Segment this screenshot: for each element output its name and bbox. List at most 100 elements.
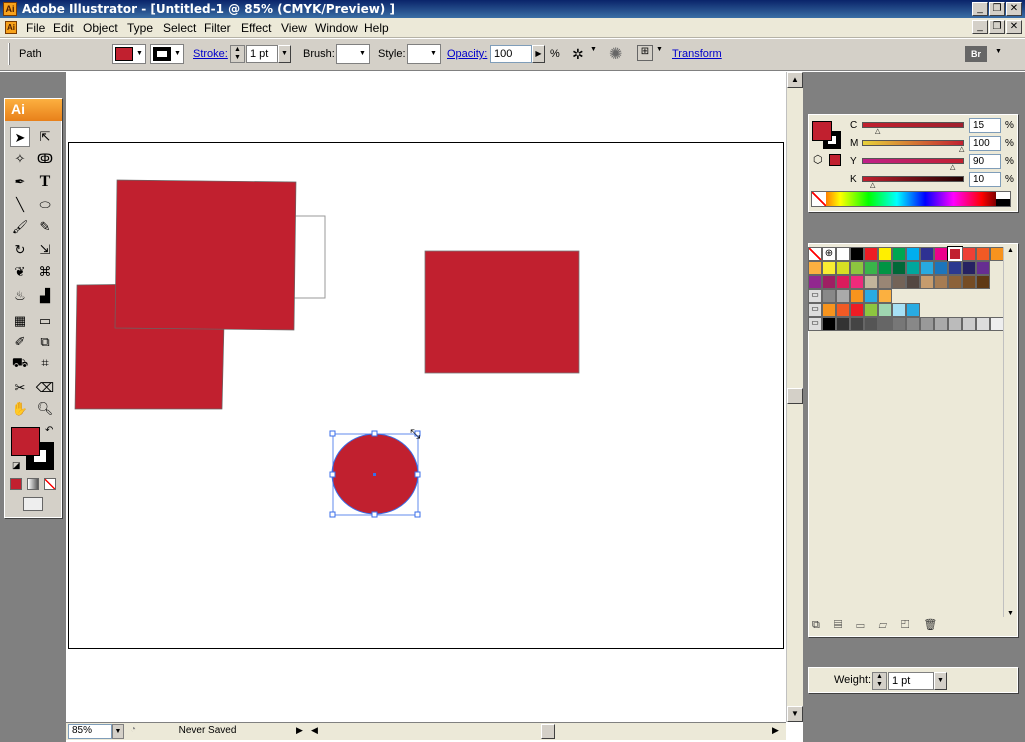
weight-stepper[interactable]: ▲ ▼: [872, 672, 887, 690]
swatch[interactable]: [836, 317, 850, 331]
scroll-up-button[interactable]: ▲: [787, 72, 803, 88]
swatch[interactable]: [892, 317, 906, 331]
magenta-slider[interactable]: [862, 140, 964, 146]
swatch[interactable]: [836, 303, 850, 317]
yellow-slider[interactable]: [862, 158, 964, 164]
swatch[interactable]: [822, 289, 836, 303]
red-rect-right[interactable]: [424, 250, 580, 374]
swatch[interactable]: [962, 317, 976, 331]
swatch[interactable]: [850, 303, 864, 317]
swatch[interactable]: [934, 317, 948, 331]
swatch[interactable]: [948, 317, 962, 331]
hscroll-thumb[interactable]: [541, 724, 555, 739]
swatch[interactable]: [920, 261, 934, 275]
weight-dropdown[interactable]: ▼: [934, 672, 947, 690]
swatch[interactable]: [878, 317, 892, 331]
gamut-swatch[interactable]: [829, 154, 841, 166]
show-kinds-icon[interactable]: ▤: [834, 619, 856, 631]
swatch[interactable]: [906, 303, 920, 317]
swatch[interactable]: [836, 289, 850, 303]
swatch[interactable]: [836, 247, 850, 261]
swatch[interactable]: [864, 289, 878, 303]
handle-left[interactable]: [329, 471, 336, 478]
swatch[interactable]: [906, 317, 920, 331]
swatch[interactable]: [920, 275, 934, 289]
handle-right[interactable]: [414, 471, 421, 478]
black-thumb[interactable]: △: [870, 181, 875, 189]
swatch[interactable]: [892, 303, 906, 317]
swatch[interactable]: [864, 247, 878, 261]
swatch[interactable]: [948, 275, 962, 289]
swatch[interactable]: [822, 275, 836, 289]
swatch[interactable]: [976, 261, 990, 275]
scroll-left-button[interactable]: ◀: [311, 725, 318, 736]
swatch[interactable]: [878, 289, 892, 303]
zoom-input[interactable]: 85%: [68, 724, 112, 739]
swatch[interactable]: [878, 247, 892, 261]
swatch[interactable]: [934, 247, 948, 261]
magenta-input[interactable]: 100: [969, 136, 1001, 151]
red-rect-front[interactable]: [114, 179, 297, 331]
swatch[interactable]: [864, 317, 878, 331]
swatch-group-icon[interactable]: ▭: [808, 303, 822, 317]
swatch[interactable]: [976, 247, 990, 261]
swatch[interactable]: [962, 261, 976, 275]
swatch-group-icon[interactable]: ▭: [808, 289, 822, 303]
delete-swatch-icon[interactable]: 🗑: [923, 619, 951, 631]
swatch[interactable]: [850, 261, 864, 275]
swatch[interactable]: [822, 261, 836, 275]
swatch[interactable]: [934, 261, 948, 275]
outline-rect[interactable]: [293, 215, 326, 299]
swatch[interactable]: [990, 247, 1004, 261]
new-group-icon[interactable]: ▱: [879, 619, 901, 631]
swatch[interactable]: [990, 317, 1004, 331]
swatch[interactable]: [850, 247, 864, 261]
swatch[interactable]: [836, 261, 850, 275]
handle-bottom-right[interactable]: [414, 511, 421, 518]
yellow-input[interactable]: 90: [969, 154, 1001, 169]
swatch[interactable]: [850, 317, 864, 331]
swatch[interactable]: ⊕: [822, 247, 836, 261]
swatch[interactable]: [808, 247, 822, 261]
handle-bottom[interactable]: [371, 511, 378, 518]
swatch[interactable]: [934, 275, 948, 289]
scroll-right-button[interactable]: ▶: [772, 725, 779, 736]
new-swatch-icon[interactable]: ◰: [901, 619, 923, 631]
handle-top-left[interactable]: [329, 430, 336, 437]
swatch[interactable]: [850, 275, 864, 289]
swatch[interactable]: [947, 246, 963, 262]
swatches-scrollbar[interactable]: ▲ ▼: [1003, 247, 1017, 617]
black-input[interactable]: 10: [969, 172, 1001, 187]
swatch[interactable]: [976, 275, 990, 289]
scroll-down-button[interactable]: ▼: [787, 706, 803, 722]
zoom-dropdown[interactable]: ▼: [112, 724, 124, 739]
swatch[interactable]: [878, 303, 892, 317]
swatch[interactable]: [906, 261, 920, 275]
swatch[interactable]: [878, 261, 892, 275]
swatch[interactable]: [906, 247, 920, 261]
cyan-thumb[interactable]: △: [875, 127, 880, 135]
swatch[interactable]: [864, 303, 878, 317]
swatch[interactable]: [822, 317, 836, 331]
color-spectrum[interactable]: [811, 191, 1011, 207]
swatch[interactable]: [948, 261, 962, 275]
swatch[interactable]: [808, 275, 822, 289]
swatch[interactable]: [878, 275, 892, 289]
swatch[interactable]: [906, 275, 920, 289]
swatch[interactable]: [962, 247, 976, 261]
swatch[interactable]: [920, 247, 934, 261]
swatch-libraries-icon[interactable]: ⧉: [812, 619, 834, 631]
swatch-group-icon[interactable]: ▭: [808, 317, 822, 331]
swatch[interactable]: [920, 317, 934, 331]
swatch[interactable]: [836, 275, 850, 289]
yellow-thumb[interactable]: △: [950, 163, 955, 171]
swatch[interactable]: [822, 303, 836, 317]
swatch[interactable]: [864, 275, 878, 289]
swatch[interactable]: [976, 317, 990, 331]
swatch[interactable]: [864, 261, 878, 275]
scroll-thumb[interactable]: [787, 388, 803, 404]
swatch[interactable]: [962, 275, 976, 289]
color-panel-fill[interactable]: [812, 121, 832, 141]
vertical-scrollbar[interactable]: ▲ ▼: [786, 72, 803, 722]
status-menu-arrow[interactable]: ▶: [296, 725, 303, 736]
